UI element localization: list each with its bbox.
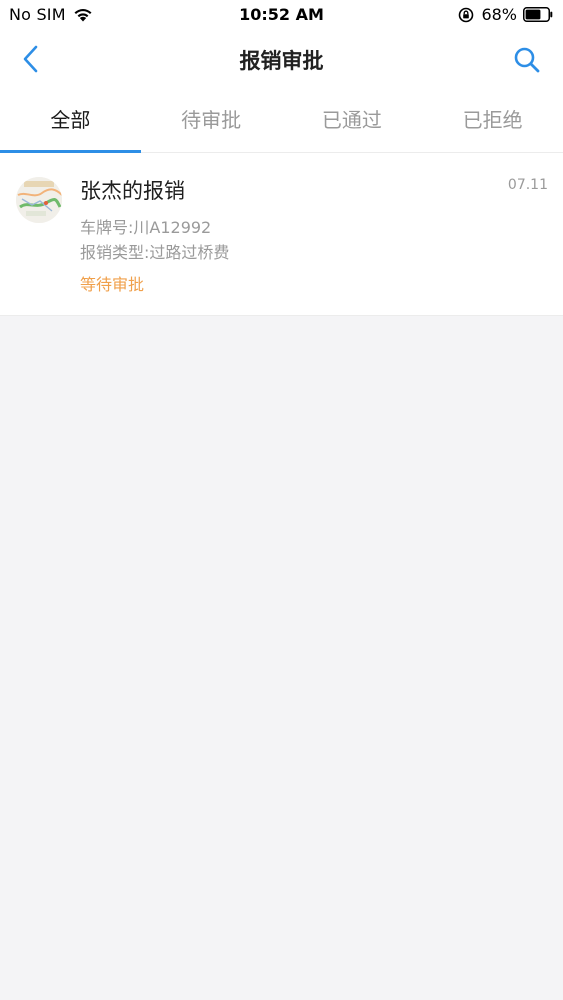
avatar bbox=[16, 177, 62, 223]
tab-all[interactable]: 全部 bbox=[0, 90, 141, 153]
tab-approved[interactable]: 已通过 bbox=[282, 90, 423, 152]
reimbursement-list: 张杰的报销 07.11 车牌号:川A12992 报销类型:过路过桥费 等待审批 bbox=[0, 153, 563, 316]
map-thumbnail-icon bbox=[16, 177, 62, 223]
search-button[interactable] bbox=[509, 42, 545, 78]
status-bar: No SIM 10:52 AM 68% bbox=[0, 0, 563, 30]
tab-pending[interactable]: 待审批 bbox=[141, 90, 282, 152]
filter-tabs: 全部 待审批 已通过 已拒绝 bbox=[0, 90, 563, 153]
item-title: 张杰的报销 bbox=[80, 179, 185, 203]
list-item[interactable]: 张杰的报销 07.11 车牌号:川A12992 报销类型:过路过桥费 等待审批 bbox=[0, 153, 563, 316]
tab-rejected[interactable]: 已拒绝 bbox=[422, 90, 563, 152]
item-date: 07.11 bbox=[507, 177, 548, 193]
rotation-lock-icon bbox=[459, 7, 474, 22]
item-plate: 车牌号:川A12992 bbox=[80, 218, 212, 237]
page-title: 报销审批 bbox=[239, 49, 324, 73]
search-icon bbox=[514, 47, 540, 73]
item-type: 报销类型:过路过桥费 bbox=[80, 243, 230, 262]
status-badge: 等待审批 bbox=[80, 275, 145, 294]
battery-percent: 68% bbox=[481, 5, 517, 24]
nav-bar: 报销审批 bbox=[0, 30, 563, 90]
battery-icon bbox=[523, 7, 553, 22]
status-right: 68% bbox=[458, 5, 553, 24]
